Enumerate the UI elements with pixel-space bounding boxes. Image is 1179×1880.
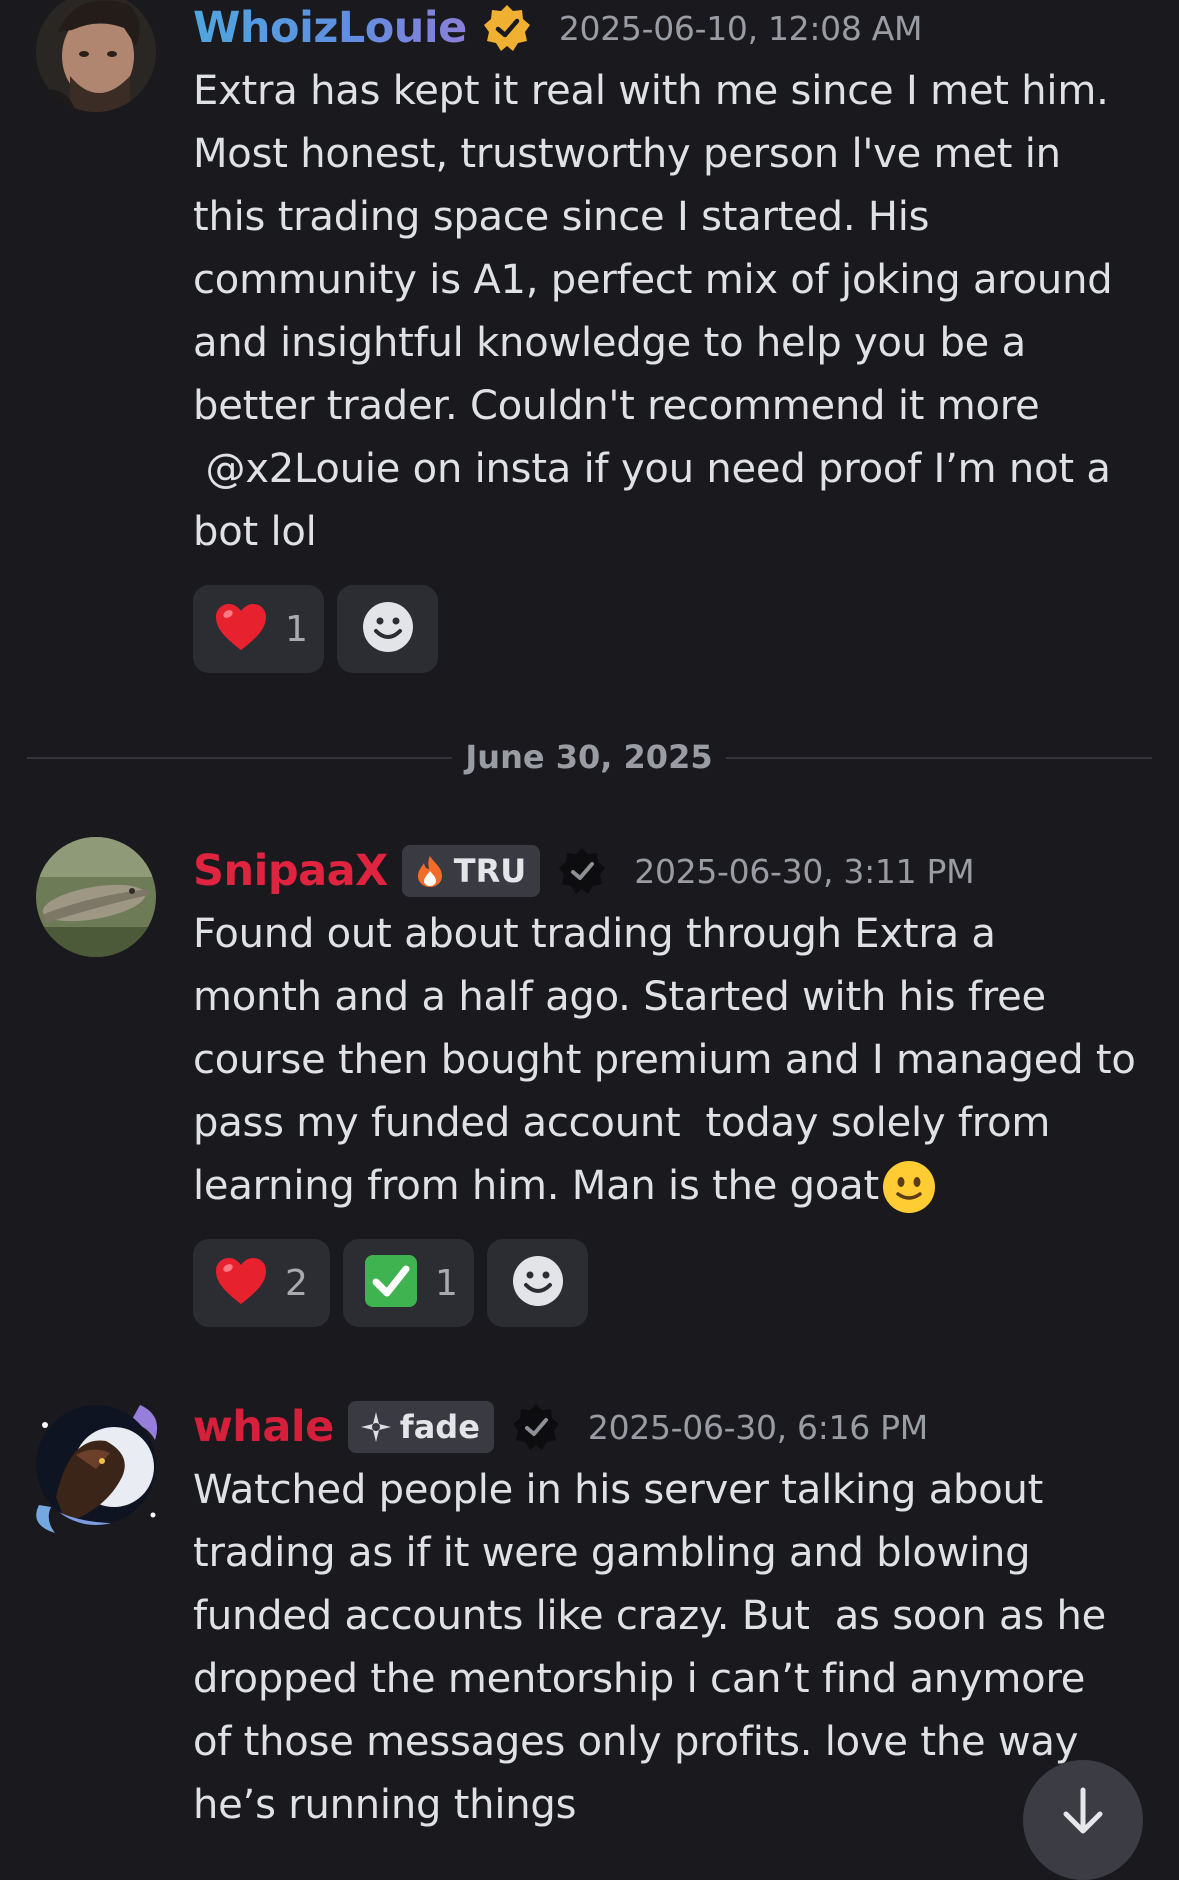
message-header: SnipaaX TRU 2025-06-30, 3:11 PM (193, 841, 975, 901)
message-line: this trading space since I started. His (193, 194, 930, 240)
role-tag-label: TRU (453, 852, 527, 890)
avatar[interactable] (36, 837, 156, 957)
message-line: Watched people in his server talking abo… (193, 1467, 1044, 1513)
reaction-count: 1 (285, 608, 308, 650)
message-line: community is A1, perfect mix of joking a… (193, 257, 1113, 303)
message-body: Watched people in his server talking abo… (193, 1459, 1106, 1837)
reactions: 2 1 (193, 1239, 588, 1327)
date-divider-label: June 30, 2025 (452, 732, 726, 782)
message-line: Extra has kept it real with me since I m… (193, 68, 1109, 114)
reaction-count: 1 (435, 1262, 458, 1304)
timestamp: 2025-06-10, 12:08 AM (558, 8, 923, 48)
scroll-to-bottom-button[interactable] (1023, 1760, 1143, 1880)
add-reaction-icon (511, 1254, 565, 1312)
reaction-heart[interactable]: 2 (193, 1239, 330, 1327)
flame-icon (417, 856, 442, 887)
message-line: funded accounts like crazy. But as soon … (193, 1593, 1107, 1639)
reaction-heart[interactable]: 1 (193, 585, 324, 673)
add-reaction-button[interactable] (337, 585, 438, 673)
reaction-check[interactable]: 1 (343, 1239, 474, 1327)
message-line: dropped the mentorship i can’t find anym… (193, 1656, 1086, 1702)
avatar[interactable] (36, 0, 156, 112)
message-line-text: learning from him. Man is the goat (193, 1163, 879, 1209)
username[interactable]: SnipaaX (193, 846, 388, 896)
message-line: pass my funded account today solely from (193, 1100, 1051, 1146)
message-header: whale fade 2025-06-30, 6:16 PM (193, 1397, 928, 1457)
check-mark-icon (361, 1251, 421, 1315)
verified-badge-icon (556, 845, 608, 897)
role-tag[interactable]: TRU (401, 845, 541, 897)
timestamp: 2025-06-30, 6:16 PM (587, 1407, 928, 1447)
message-line: course then bought premium and I managed… (193, 1037, 1136, 1083)
username[interactable]: whale (193, 1402, 334, 1452)
message-line: he’s running things (193, 1782, 577, 1828)
message-line: better trader. Couldn't recommend it mor… (193, 383, 1040, 429)
role-tag-label: fade (399, 1408, 480, 1446)
slight-smile-emoji-icon (881, 1159, 937, 1215)
message-header: WhoizLouie 2025-06-10, 12:08 AM (193, 0, 923, 58)
verified-badge-icon (481, 2, 533, 54)
reactions: 1 (193, 585, 438, 673)
message-line: and insightful knowledge to help you be … (193, 320, 1026, 366)
heart-icon (211, 1251, 271, 1315)
shuriken-icon (360, 1412, 391, 1442)
avatar[interactable] (36, 1405, 156, 1525)
message-line: bot lol (193, 509, 317, 555)
verified-badge-icon (510, 1401, 562, 1453)
username[interactable]: WhoizLouie (193, 3, 467, 53)
message-line: learning from him. Man is the goat (193, 1155, 1136, 1218)
heart-icon (211, 597, 271, 661)
message-line: month and a half ago. Started with his f… (193, 974, 1046, 1020)
message-line: @x2Louie on insta if you need proof I’m … (193, 446, 1111, 492)
message-line: Found out about trading through Extra a (193, 911, 996, 957)
timestamp: 2025-06-30, 3:11 PM (634, 851, 975, 891)
role-tag[interactable]: fade (347, 1401, 494, 1453)
message-body: Found out about trading through Extra a … (193, 903, 1136, 1218)
message-line: trading as if it were gambling and blowi… (193, 1530, 1031, 1576)
add-reaction-icon (361, 600, 415, 658)
message-line: of those messages only profits. love the… (193, 1719, 1079, 1765)
reaction-count: 2 (285, 1262, 308, 1304)
message-line: Most honest, trustworthy person l've met… (193, 131, 1061, 177)
arrow-down-icon (1054, 1782, 1112, 1840)
message-body: Extra has kept it real with me since I m… (193, 60, 1113, 564)
add-reaction-button[interactable] (487, 1239, 588, 1327)
